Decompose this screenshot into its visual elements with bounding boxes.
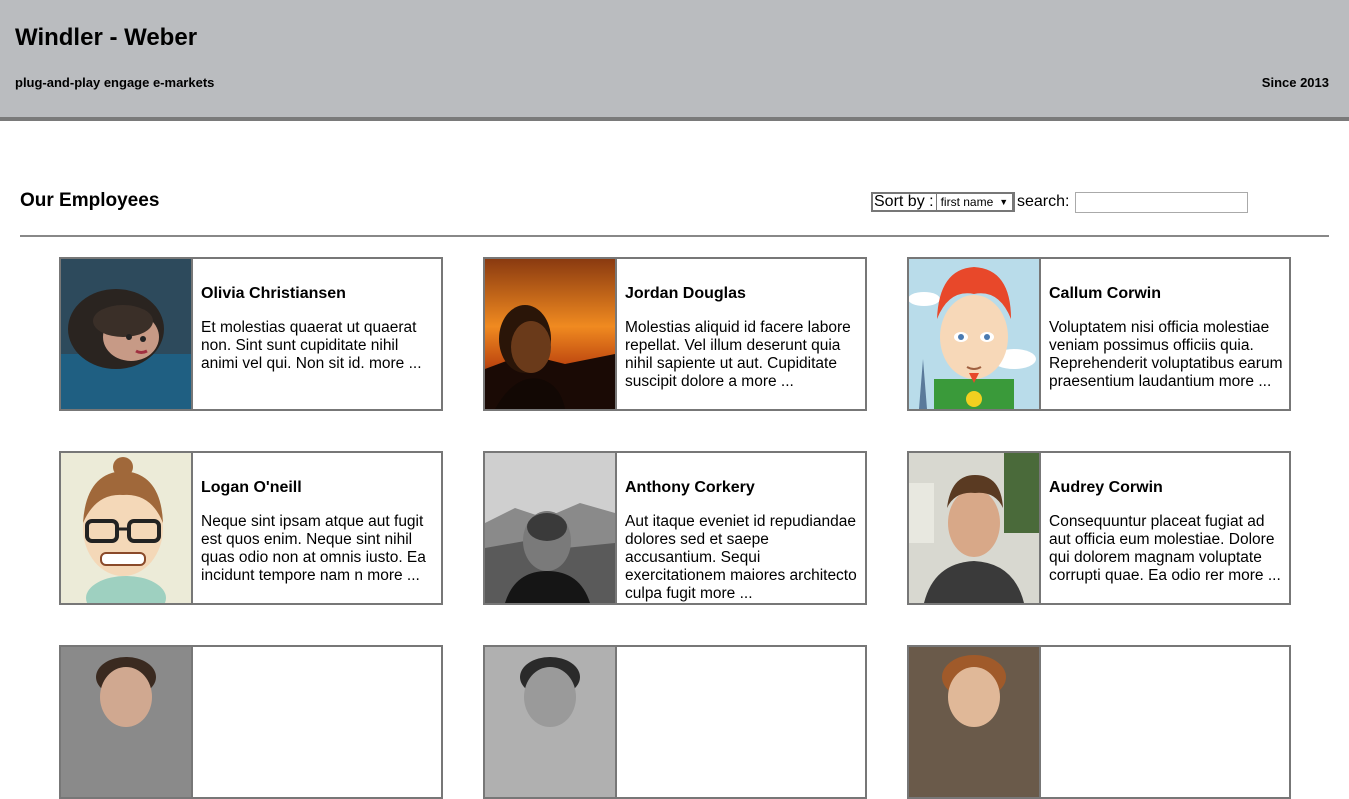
- employee-name[interactable]: Audrey Corwin: [1049, 479, 1163, 497]
- sort-selected-value: first name: [940, 195, 994, 209]
- employee-card[interactable]: [59, 645, 443, 799]
- employee-photo: [909, 453, 1041, 603]
- employee-name[interactable]: Olivia Christiansen: [201, 285, 346, 303]
- employee-card[interactable]: Anthony Corkery Aut itaque eveniet id re…: [483, 451, 867, 605]
- employee-name[interactable]: Callum Corwin: [1049, 285, 1161, 303]
- search-input[interactable]: [1075, 192, 1248, 213]
- employee-card[interactable]: [907, 645, 1291, 799]
- employee-photo: [485, 259, 617, 409]
- employee-card[interactable]: Logan O'neill Neque sint ipsam atque aut…: [59, 451, 443, 605]
- company-tagline: plug-and-play engage e-markets: [15, 75, 215, 90]
- employee-card[interactable]: Callum Corwin Voluptatem nisi officia mo…: [907, 257, 1291, 411]
- search-label: search:: [1017, 193, 1070, 210]
- employee-photo: [61, 647, 193, 797]
- employee-photo: [485, 647, 617, 797]
- employee-bio: Neque sint ipsam atque aut fugit est quo…: [201, 513, 426, 584]
- employee-photo: [485, 453, 617, 603]
- section-title: Our Employees: [20, 190, 160, 211]
- employee-photo: [909, 647, 1041, 797]
- employee-card[interactable]: Jordan Douglas Molestias aliquid id face…: [483, 257, 867, 411]
- employee-name[interactable]: Anthony Corkery: [625, 479, 755, 497]
- since-label: Since 2013: [1261, 75, 1329, 90]
- employee-card[interactable]: Audrey Corwin Consequuntur placeat fugia…: [907, 451, 1291, 605]
- company-name: Windler - Weber: [15, 24, 198, 51]
- sort-control: Sort by : first name ▼: [871, 192, 1016, 212]
- employee-name[interactable]: Jordan Douglas: [625, 285, 746, 303]
- employee-bio: Aut itaque eveniet id repudiandae dolore…: [625, 513, 857, 602]
- employee-photo: [61, 259, 193, 409]
- employee-bio: Consequuntur placeat fugiat ad aut offic…: [1049, 513, 1281, 584]
- chevron-down-icon: ▼: [999, 197, 1009, 207]
- employee-name[interactable]: Logan O'neill: [201, 479, 302, 497]
- page-header: Windler - Weber plug-and-play engage e-m…: [0, 0, 1349, 121]
- employee-photo: [61, 453, 193, 603]
- employee-card[interactable]: Olivia Christiansen Et molestias quaerat…: [59, 257, 443, 411]
- employee-bio: Et molestias quaerat ut quaerat non. Sin…: [201, 319, 422, 372]
- employee-card[interactable]: [483, 645, 867, 799]
- employee-bio: Molestias aliquid id facere labore repel…: [625, 319, 851, 390]
- section-divider: [20, 235, 1329, 237]
- sort-label: Sort by :: [874, 193, 934, 210]
- sort-select[interactable]: first name ▼: [935, 193, 1014, 211]
- employee-photo: [909, 259, 1041, 409]
- employee-bio: Voluptatem nisi officia molestiae veniam…: [1049, 319, 1283, 390]
